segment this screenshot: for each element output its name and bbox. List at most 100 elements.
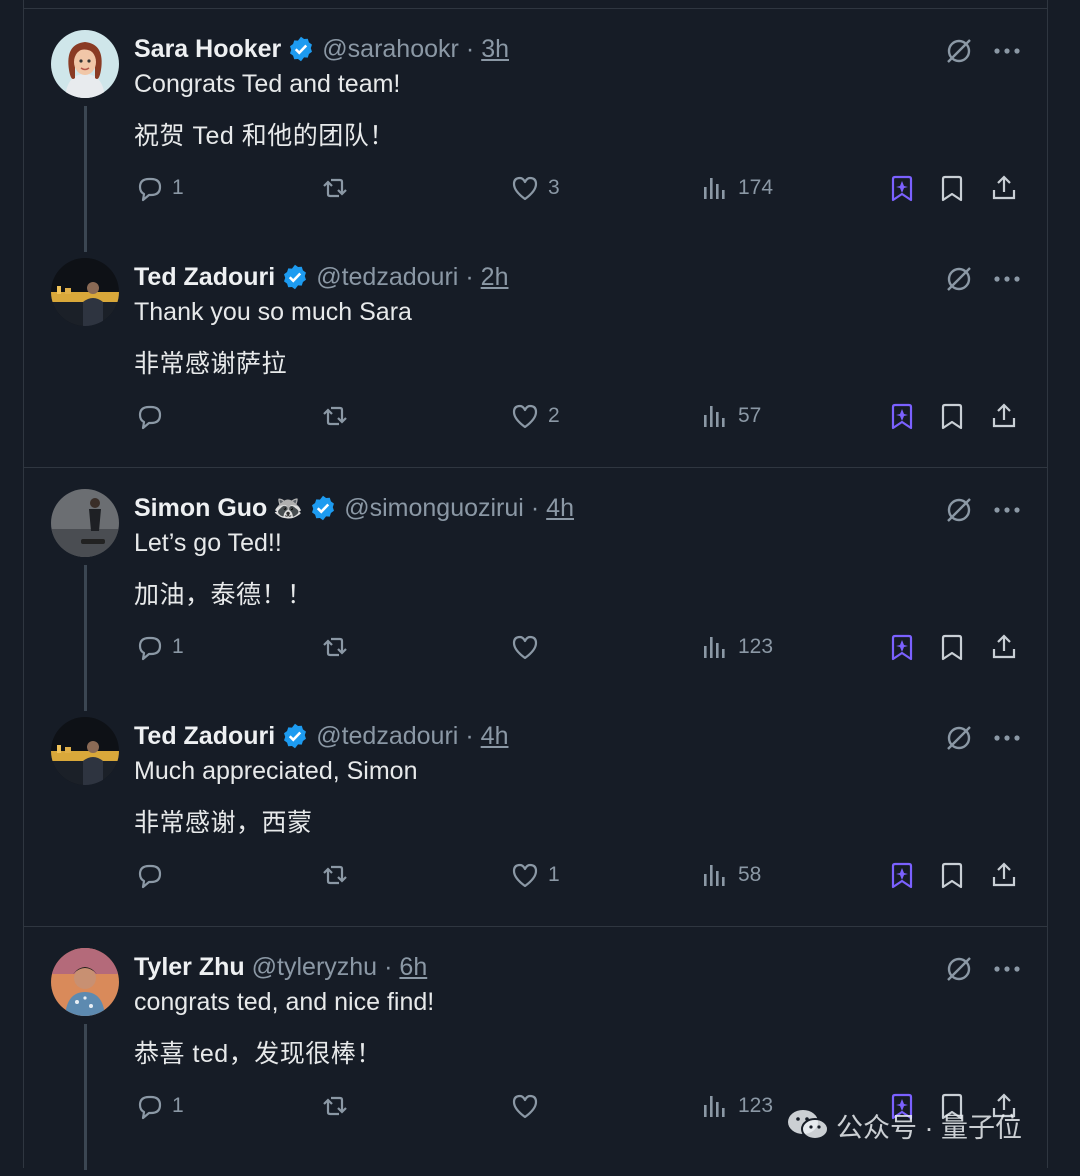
tweet-text: Congrats Ted and team! xyxy=(134,70,401,98)
like-button[interactable] xyxy=(510,1088,548,1124)
verified-badge-icon xyxy=(284,723,307,749)
separator-dot: · xyxy=(465,262,474,291)
share-button[interactable] xyxy=(989,857,1019,893)
author-handle[interactable]: @simonguozirui xyxy=(344,494,524,523)
retweet-button[interactable] xyxy=(320,629,358,665)
grok-icon[interactable] xyxy=(942,721,976,755)
likes-count: 3 xyxy=(548,176,560,199)
avatar[interactable] xyxy=(51,948,119,1016)
verified-badge-icon xyxy=(284,264,307,290)
views-button[interactable]: 57 xyxy=(700,398,761,434)
more-dots-icon[interactable] xyxy=(990,262,1024,296)
author-name[interactable]: Ted Zadouri xyxy=(134,722,275,751)
likes-count: 2 xyxy=(548,404,560,427)
avatar[interactable] xyxy=(51,258,119,326)
bookmark-button[interactable] xyxy=(937,857,967,893)
views-button[interactable]: 123 xyxy=(700,1088,773,1124)
tweet-translation: 恭喜 ted，发现很棒！ xyxy=(134,1040,382,1068)
author-name[interactable]: Simon Guo xyxy=(134,494,267,523)
reply-button[interactable]: 1 xyxy=(134,170,184,206)
views-button[interactable]: 58 xyxy=(700,857,761,893)
verified-badge-icon xyxy=(312,495,335,521)
retweet-icon xyxy=(323,637,347,657)
grok-icon[interactable] xyxy=(942,262,976,296)
retweet-button[interactable] xyxy=(320,1088,358,1124)
avatar[interactable] xyxy=(51,30,119,98)
more-dots-icon[interactable] xyxy=(990,34,1024,68)
retweet-button[interactable] xyxy=(320,398,358,434)
more-dots-icon[interactable] xyxy=(990,493,1024,527)
share-icon xyxy=(992,634,1016,659)
more-dots-icon[interactable] xyxy=(990,952,1024,986)
views-count: 123 xyxy=(738,1094,774,1117)
tweet-translation: 加油，泰德！！ xyxy=(134,581,313,609)
replies-count: 1 xyxy=(172,635,184,658)
tweet-item[interactable]: Ted Zadouri @tedzadouri · 4h Much apprec… xyxy=(24,717,1047,945)
grok-button[interactable] xyxy=(887,398,917,434)
timestamp[interactable]: 6h xyxy=(399,953,427,982)
grok-button[interactable] xyxy=(887,857,917,893)
likes-count: 1 xyxy=(548,863,560,886)
watermark: 公众号 · 量子位 xyxy=(786,1100,1022,1150)
separator-dot: · xyxy=(384,952,393,981)
author-handle[interactable]: @tedzadouri xyxy=(316,722,458,751)
tweet-item[interactable]: Sara Hooker @sarahookr · 3h Congrats Ted… xyxy=(24,30,1047,258)
retweet-button[interactable] xyxy=(320,857,358,893)
retweet-icon xyxy=(323,1096,347,1116)
heart-icon xyxy=(512,863,538,888)
grok-button[interactable] xyxy=(887,629,917,665)
share-button[interactable] xyxy=(989,629,1019,665)
bookmark-button[interactable] xyxy=(937,629,967,665)
grok-icon[interactable] xyxy=(942,34,976,68)
reply-feed: Sara Hooker @sarahookr · 3h Congrats Ted… xyxy=(23,0,1048,1170)
share-icon xyxy=(992,403,1016,428)
views-chart-icon xyxy=(704,637,725,658)
like-button[interactable]: 3 xyxy=(510,170,560,206)
like-button[interactable]: 1 xyxy=(510,857,560,893)
bookmark-button[interactable] xyxy=(937,398,967,434)
retweet-icon xyxy=(323,865,347,885)
like-button[interactable]: 2 xyxy=(510,398,560,434)
share-button[interactable] xyxy=(989,398,1019,434)
tweet-item[interactable]: Simon Guo 🦝 @simonguozirui · 4h Let’s go… xyxy=(24,489,1047,717)
bookmark-button[interactable] xyxy=(937,170,967,206)
more-dots-icon[interactable] xyxy=(990,721,1024,755)
retweet-icon xyxy=(323,406,347,426)
retweet-button[interactable] xyxy=(320,170,358,206)
reply-icon xyxy=(138,177,162,202)
views-button[interactable]: 123 xyxy=(700,629,773,665)
views-button[interactable]: 174 xyxy=(700,170,773,206)
reply-button[interactable] xyxy=(134,857,172,893)
heart-icon xyxy=(512,1094,538,1119)
author-name[interactable]: Tyler Zhu xyxy=(134,953,245,982)
reply-button[interactable] xyxy=(134,398,172,434)
views-chart-icon xyxy=(704,178,725,199)
author-handle[interactable]: @tyleryzhu xyxy=(252,953,377,982)
author-name[interactable]: Sara Hooker xyxy=(134,35,281,64)
avatar[interactable] xyxy=(51,489,119,557)
grok-button[interactable] xyxy=(887,170,917,206)
separator-dot: · xyxy=(465,34,475,63)
grok-icon[interactable] xyxy=(942,493,976,527)
like-button[interactable] xyxy=(510,629,548,665)
timestamp[interactable]: 3h xyxy=(481,35,509,64)
timestamp[interactable]: 4h xyxy=(546,494,574,523)
tweet-header: Ted Zadouri @tedzadouri · 2h xyxy=(134,260,508,294)
reply-button[interactable]: 1 xyxy=(134,629,184,665)
author-handle[interactable]: @tedzadouri xyxy=(316,263,458,292)
views-chart-icon xyxy=(704,1096,725,1117)
tweet-item[interactable]: Ted Zadouri @tedzadouri · 2h Thank you s… xyxy=(24,258,1047,486)
timestamp[interactable]: 2h xyxy=(481,263,509,292)
action-bar: 1 123 xyxy=(24,629,1047,665)
tweet-text: Let’s go Ted!! xyxy=(134,529,282,557)
reply-button[interactable]: 1 xyxy=(134,1088,184,1124)
views-count: 174 xyxy=(738,176,774,199)
timestamp[interactable]: 4h xyxy=(481,722,509,751)
grok-icon[interactable] xyxy=(942,952,976,986)
avatar[interactable] xyxy=(51,717,119,785)
author-handle[interactable]: @sarahookr xyxy=(322,35,459,64)
grok-bookmark-icon xyxy=(891,403,913,430)
separator-dot: · xyxy=(530,493,540,522)
author-name[interactable]: Ted Zadouri xyxy=(134,263,275,292)
share-button[interactable] xyxy=(989,170,1019,206)
